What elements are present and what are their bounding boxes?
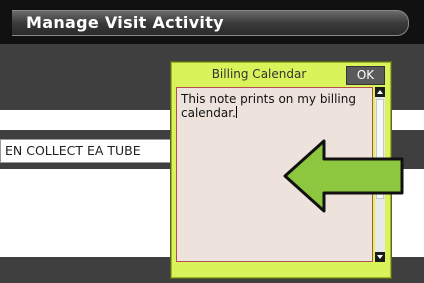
note-text: This note prints on my billing calendar. <box>181 92 356 120</box>
activity-field-value: EN COLLECT EA TUBE <box>5 143 141 158</box>
scroll-up-icon[interactable] <box>375 87 385 97</box>
popup-title: Billing Calendar <box>211 67 307 81</box>
left-arrow-icon <box>283 139 404 213</box>
arrow-shape <box>283 139 404 213</box>
text-caret <box>235 106 237 118</box>
activity-field[interactable]: EN COLLECT EA TUBE <box>0 139 175 163</box>
scroll-down-icon[interactable] <box>375 252 385 262</box>
page-title: Manage Visit Activity <box>26 13 224 32</box>
title-bar: Manage Visit Activity <box>0 0 424 45</box>
ok-button[interactable]: OK <box>346 66 385 85</box>
